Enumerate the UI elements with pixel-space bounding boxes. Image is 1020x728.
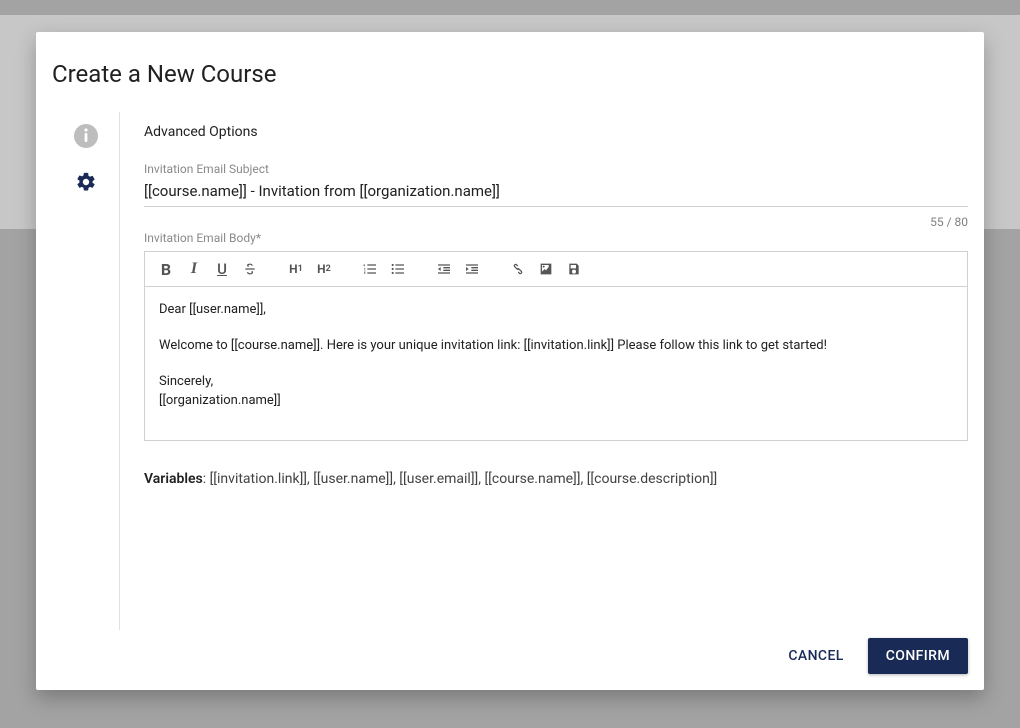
variables-label: Variables [144, 471, 203, 487]
bold-button[interactable]: B [155, 258, 177, 280]
cancel-button[interactable]: CANCEL [770, 638, 861, 674]
step-basic-info[interactable] [74, 124, 98, 148]
ordered-list-icon [362, 261, 378, 277]
strikethrough-button[interactable] [239, 258, 261, 280]
outdent-button[interactable] [433, 258, 455, 280]
body-line-4: [[organization.name]] [159, 392, 953, 410]
image-icon [538, 261, 554, 277]
modal-title: Create a New Course [52, 60, 968, 88]
heading2-button[interactable]: H2 [313, 258, 335, 280]
body-line-2: Welcome to [[course.name]]. Here is your… [159, 337, 953, 355]
section-title: Advanced Options [144, 124, 968, 140]
variables-list: : [[invitation.link]], [[user.name]], [[… [203, 471, 718, 487]
confirm-button[interactable]: CONFIRM [868, 638, 968, 674]
image-button[interactable] [535, 258, 557, 280]
variables-hint: Variables: [[invitation.link]], [[user.n… [144, 471, 968, 487]
advanced-options-panel: Advanced Options Invitation Email Subjec… [120, 112, 968, 630]
ordered-list-button[interactable] [359, 258, 381, 280]
save-icon [566, 261, 582, 277]
modal-actions: CANCEL CONFIRM [52, 630, 968, 674]
stepper-rail [52, 112, 120, 630]
modal-body: Advanced Options Invitation Email Subjec… [52, 112, 968, 630]
outdent-icon [436, 261, 452, 277]
indent-icon [464, 261, 480, 277]
body-line-3: Sincerely, [159, 373, 953, 391]
body-label: Invitation Email Body* [144, 231, 968, 245]
body-line-1: Dear [[user.name]], [159, 301, 953, 319]
strikethrough-icon [242, 261, 258, 277]
indent-button[interactable] [461, 258, 483, 280]
unordered-list-icon [390, 261, 406, 277]
subject-char-count: 55 / 80 [144, 215, 968, 229]
heading1-button[interactable]: H1 [285, 258, 307, 280]
modal-backdrop: Create a New Course Advanced Options Inv… [0, 0, 1020, 728]
invitation-email-body-input[interactable]: Dear [[user.name]], Welcome to [[course.… [145, 287, 967, 440]
editor-toolbar: B I U H1 H2 [145, 252, 967, 287]
italic-button[interactable]: I [183, 258, 205, 280]
subject-label: Invitation Email Subject [144, 162, 968, 176]
link-icon [510, 261, 526, 277]
save-editor-button[interactable] [563, 258, 585, 280]
link-button[interactable] [507, 258, 529, 280]
step-advanced-options[interactable] [74, 172, 98, 196]
unordered-list-button[interactable] [387, 258, 409, 280]
info-icon [84, 127, 88, 146]
gear-icon [75, 171, 97, 197]
underline-button[interactable]: U [211, 258, 233, 280]
invitation-email-subject-input[interactable] [144, 176, 968, 207]
create-course-modal: Create a New Course Advanced Options Inv… [36, 32, 984, 690]
rich-text-editor: B I U H1 H2 [144, 251, 968, 441]
